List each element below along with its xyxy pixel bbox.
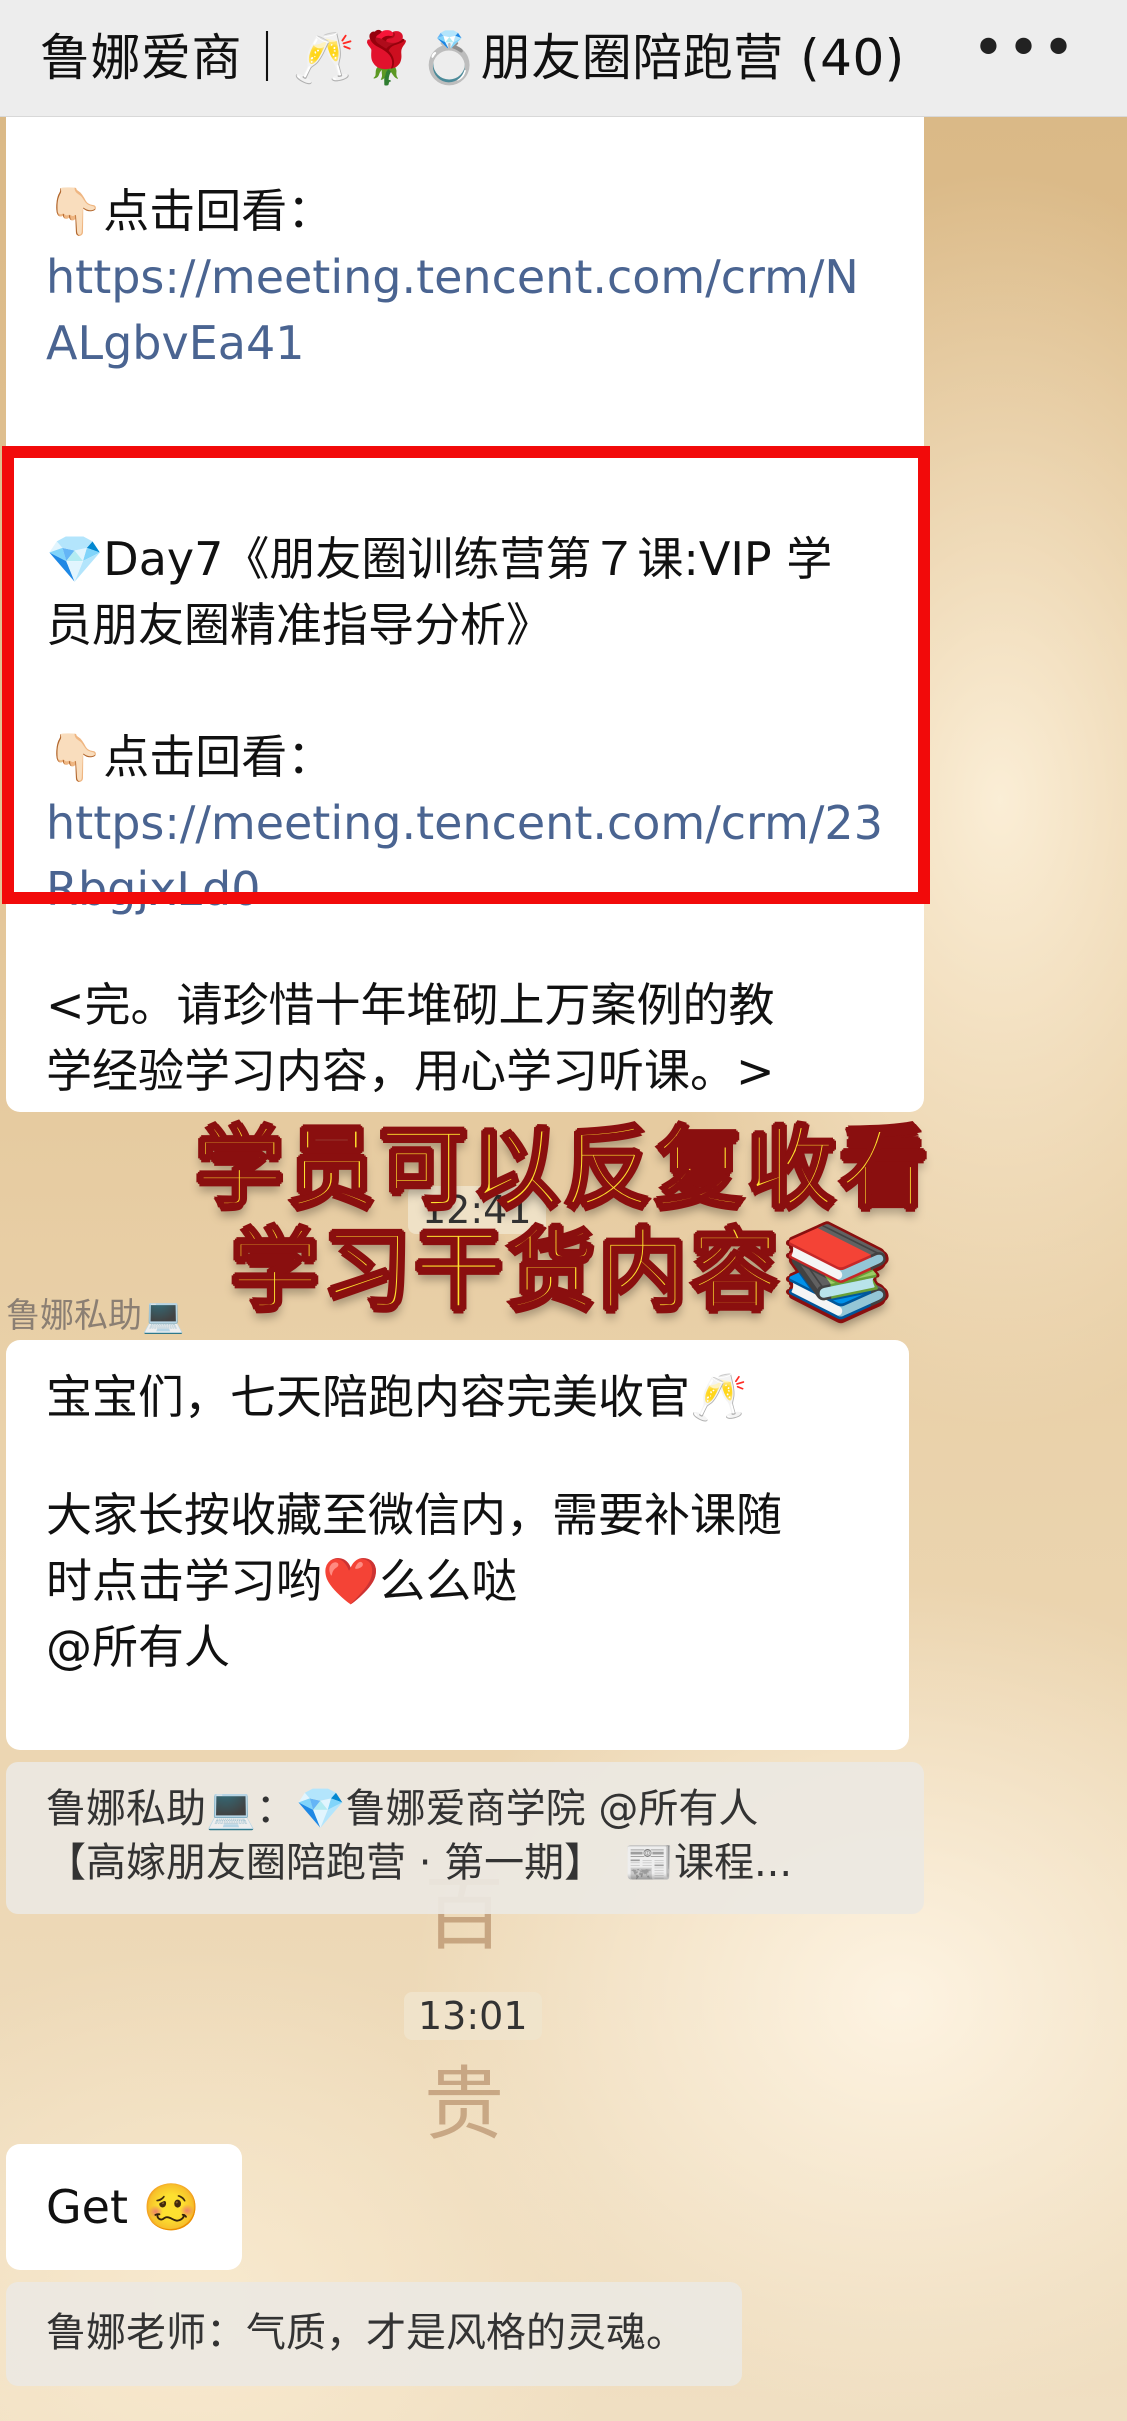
message-text: 学经验学习内容，用心学习听课。> xyxy=(46,1044,775,1098)
message-text: Get 🥴 xyxy=(46,2180,200,2234)
quoted-message[interactable]: 鲁娜私助💻：💎鲁娜爱商学院 @所有人 【高嫁朋友圈陪跑营 · 第一期】 📰课程.… xyxy=(6,1762,924,1914)
chat-title[interactable]: 鲁娜爱商｜🥂🌹💍朋友圈陪跑营 (40) xyxy=(40,18,905,90)
quote-text: 鲁娜私助💻：💎鲁娜爱商学院 @所有人 xyxy=(46,1786,759,1832)
quoted-message[interactable]: 鲁娜老师：气质，才是风格的灵魂。 xyxy=(6,2282,742,2386)
quote-text: 【高嫁朋友圈陪跑营 · 第一期】 📰课程... xyxy=(46,1840,793,1886)
background-decoration: 贵 xyxy=(424,2058,504,2151)
meeting-link[interactable]: https://meeting.tencent.com/crm/N xyxy=(46,244,924,310)
quote-text: 鲁娜老师：气质，才是风格的灵魂。 xyxy=(46,2310,686,2356)
timestamp: 13:01 xyxy=(404,1992,542,2040)
mention-all: @所有人 xyxy=(46,1620,230,1674)
promo-caption-line2: 学习干货内容📚 xyxy=(229,1218,897,1324)
message-text: 👇🏻点击回看： xyxy=(46,184,334,238)
highlight-box xyxy=(2,446,930,904)
message-text: <完。请珍惜十年堆砌上万案例的教 xyxy=(46,978,775,1032)
more-options-icon[interactable]: ••• xyxy=(972,16,1077,81)
chat-header: 鲁娜爱商｜🥂🌹💍朋友圈陪跑营 (40) ••• xyxy=(0,0,1127,117)
message-bubble[interactable]: Get 🥴 xyxy=(6,2144,242,2270)
message-text: 大家长按收藏至微信内，需要补课随 xyxy=(46,1488,782,1542)
message-text: 时点击学习哟❤️么么哒 xyxy=(46,1554,518,1608)
meeting-link[interactable]: ALgbvEa41 xyxy=(46,310,924,376)
message-text: 宝宝们，七天陪跑内容完美收官🥂 xyxy=(46,1370,748,1424)
message-bubble[interactable]: 宝宝们，七天陪跑内容完美收官🥂 大家长按收藏至微信内，需要补课随 时点击学习哟❤… xyxy=(6,1340,909,1750)
